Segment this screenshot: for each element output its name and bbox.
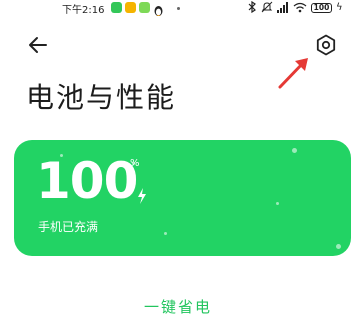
battery-percent: 100 bbox=[36, 152, 138, 210]
sparkle-dot bbox=[336, 244, 341, 249]
status-system-icons: 100 ϟ bbox=[248, 0, 343, 17]
page-title: 电池与性能 bbox=[26, 81, 177, 114]
sparkle-dot bbox=[292, 148, 297, 153]
notification-app-icon bbox=[111, 2, 122, 13]
back-button[interactable] bbox=[26, 33, 50, 57]
battery-status-card[interactable]: 100 % 手机已充满 bbox=[14, 140, 351, 256]
sparkle-dot bbox=[276, 202, 279, 205]
battery-status-text: 手机已充满 bbox=[38, 220, 99, 234]
status-bar: 下午2:16 100 ϟ bbox=[0, 0, 356, 16]
charging-bolt-icon: ϟ bbox=[336, 2, 343, 13]
power-save-button[interactable]: 一键省电 bbox=[0, 296, 356, 317]
sparkle-dot bbox=[164, 232, 167, 235]
penguin-icon bbox=[153, 2, 164, 21]
notification-app-icon bbox=[125, 2, 136, 13]
battery-icon: 100 bbox=[311, 2, 332, 13]
back-arrow-icon bbox=[26, 37, 50, 61]
notification-app-icon bbox=[139, 2, 150, 13]
charging-bolt-icon bbox=[137, 188, 147, 208]
wifi-icon bbox=[293, 0, 307, 17]
status-time: 下午2:16 bbox=[62, 5, 105, 16]
gear-icon bbox=[314, 34, 338, 61]
mute-icon bbox=[261, 0, 273, 17]
bluetooth-icon bbox=[248, 0, 257, 17]
settings-button[interactable] bbox=[314, 33, 338, 57]
annotation-arrow-icon bbox=[276, 55, 312, 95]
battery-percent-unit: % bbox=[130, 158, 140, 169]
signal-icon bbox=[277, 0, 289, 17]
status-more-dot bbox=[177, 7, 180, 10]
status-app-icons bbox=[111, 2, 164, 21]
